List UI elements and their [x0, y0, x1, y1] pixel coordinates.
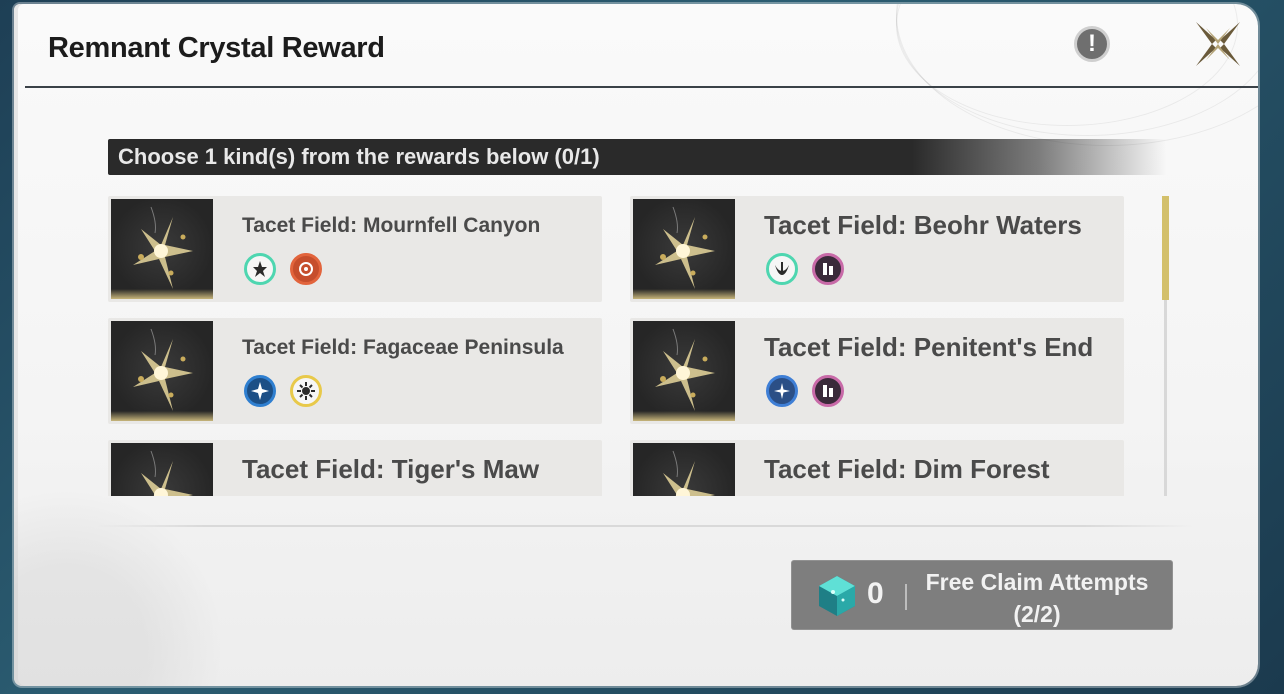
swirl-emblem-icon: [290, 253, 322, 285]
free-claim-text: Free Claim Attempts: [925, 569, 1149, 595]
scrollbar-thumb[interactable]: [1162, 196, 1169, 300]
sparkle-crystal-icon: [141, 450, 193, 496]
sparkle-crystal-icon: [655, 206, 715, 289]
free-claim-count: (2/2): [1013, 601, 1061, 627]
decorative-texture: [14, 486, 274, 686]
resonator-icons: [766, 375, 844, 407]
sparkle-crystal-icon: [133, 206, 193, 289]
tablet-emblem-icon: [812, 253, 844, 285]
title-divider: [25, 86, 1258, 88]
resonator-icons: [766, 253, 844, 285]
reward-option-dim-forest[interactable]: Tacet Field: Dim Forest: [630, 440, 1124, 496]
star-compass-emblem-icon: [244, 375, 276, 407]
reward-name: Tacet Field: Dim Forest: [764, 454, 1050, 484]
sparkle-crystal-icon: [133, 328, 193, 411]
resonator-icons: [244, 253, 322, 285]
reward-name: Tacet Field: Fagaceae Peninsula: [242, 336, 564, 359]
remnant-crystal-icon: [819, 576, 855, 616]
resonator-icons: [244, 375, 322, 407]
sun-emblem-icon: [290, 375, 322, 407]
divider: [905, 584, 907, 610]
exclamation-icon: !: [1088, 30, 1096, 57]
reward-option-mournfell-canyon[interactable]: Tacet Field: Mournfell Canyon: [108, 196, 602, 302]
reward-name: Tacet Field: Penitent's End: [764, 332, 1094, 362]
reward-option-fagaceae-peninsula[interactable]: Tacet Field: Fagaceae Peninsula: [108, 318, 602, 424]
tacet-field-thumbnail: [111, 321, 213, 421]
sparkle-emblem-icon: [766, 375, 798, 407]
dialog-title: Remnant Crystal Reward: [48, 32, 385, 64]
reward-name: Tacet Field: Tiger's Maw: [242, 454, 540, 484]
sparkle-crystal-icon: [663, 450, 715, 496]
sparkle-crystal-icon: [655, 328, 715, 411]
tacet-field-thumbnail: [633, 199, 735, 299]
tacet-field-thumbnail: [633, 443, 735, 496]
reward-option-tigers-maw[interactable]: Tacet Field: Tiger's Maw: [108, 440, 602, 496]
tacet-field-thumbnail: [633, 321, 735, 421]
free-claim-panel[interactable]: 0 Free Claim Attempts (2/2): [791, 560, 1173, 630]
info-button[interactable]: !: [1074, 26, 1110, 62]
close-x-icon: [1196, 22, 1240, 66]
instruction-banner: Choose 1 kind(s) from the rewards below …: [108, 139, 1166, 175]
reward-option-penitents-end[interactable]: Tacet Field: Penitent's End: [630, 318, 1124, 424]
tacet-field-thumbnail: [111, 199, 213, 299]
reward-name: Tacet Field: Mournfell Canyon: [242, 214, 541, 237]
reward-dialog: Remnant Crystal Reward ! Choose 1 kind(s…: [14, 4, 1258, 686]
fleur-emblem-icon: [244, 253, 276, 285]
tacet-field-thumbnail: [111, 443, 213, 496]
close-button[interactable]: [1192, 18, 1244, 70]
free-claim-label: Free Claim Attempts (2/2): [911, 566, 1163, 630]
tablet-emblem-icon: [812, 375, 844, 407]
reward-name: Tacet Field: Beohr Waters: [764, 210, 1082, 240]
reward-option-beohr-waters[interactable]: Tacet Field: Beohr Waters: [630, 196, 1124, 302]
wing-emblem-icon: [766, 253, 798, 285]
reward-list[interactable]: Tacet Field: Mournfell Canyon Tacet Fiel…: [108, 196, 1158, 496]
crystal-count: 0: [867, 577, 884, 610]
footer-divider: [94, 525, 1194, 527]
